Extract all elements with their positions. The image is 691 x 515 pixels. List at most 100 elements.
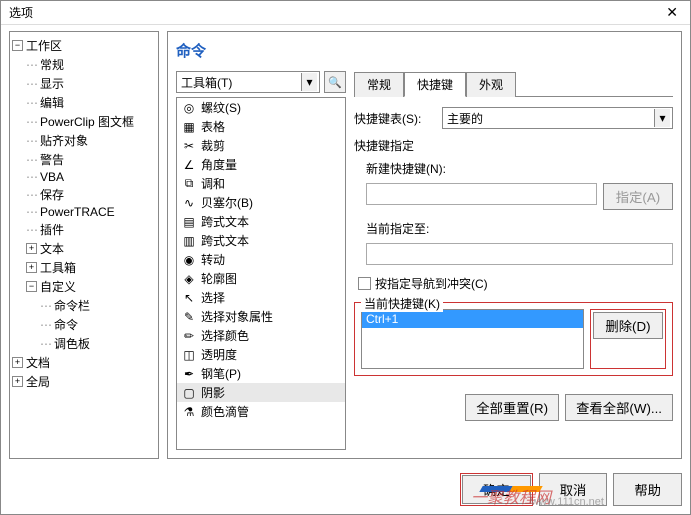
options-window: 选项 ✕ −工作区 ⋯常规 ⋯显示 ⋯编辑 ⋯PowerClip 图文框 ⋯贴齐… bbox=[0, 0, 691, 515]
shortcut-table-value: 主要的 bbox=[447, 110, 483, 127]
eyedrop-icon: ✎ bbox=[181, 309, 197, 325]
spiral-icon: ◎ bbox=[181, 100, 197, 116]
navigate-conflict-checkbox[interactable] bbox=[358, 277, 371, 290]
decor-orange bbox=[509, 486, 542, 492]
panel-title: 命令 bbox=[176, 40, 673, 61]
close-icon[interactable]: ✕ bbox=[662, 4, 682, 21]
tab-appearance[interactable]: 外观 bbox=[466, 72, 516, 97]
cmd-item-rotate[interactable]: ◉转动 bbox=[177, 250, 345, 269]
tree-item-toolbox[interactable]: +工具箱 bbox=[12, 258, 156, 277]
chevron-down-icon[interactable]: ▾ bbox=[654, 109, 670, 127]
paratext-icon: ▥ bbox=[181, 233, 197, 249]
tree-item-powertrace[interactable]: ⋯PowerTRACE bbox=[12, 204, 156, 220]
category-combo[interactable]: 工具箱(T) ▾ bbox=[176, 71, 320, 93]
minus-icon[interactable]: − bbox=[26, 281, 37, 292]
cmd-item-shadow[interactable]: ▢阴影 bbox=[177, 383, 345, 402]
cancel-button[interactable]: 取消 bbox=[539, 473, 608, 506]
paratext-icon: ▤ bbox=[181, 214, 197, 230]
pointer-icon: ↖ bbox=[181, 290, 197, 306]
table-icon: ▦ bbox=[181, 119, 197, 135]
checkbox-label: 按指定导航到冲突(C) bbox=[375, 275, 488, 292]
current-key-label: 当前快捷键(K) bbox=[361, 295, 443, 312]
tree-item-warning[interactable]: ⋯警告 bbox=[12, 150, 156, 169]
shortcut-item[interactable]: Ctrl+1 bbox=[362, 310, 583, 328]
tree-item-edit[interactable]: ⋯编辑 bbox=[12, 93, 156, 112]
cmd-item-pen[interactable]: ✒钢笔(P) bbox=[177, 364, 345, 383]
tree-item-customize[interactable]: −自定义 bbox=[12, 277, 156, 296]
titlebar: 选项 ✕ bbox=[1, 1, 690, 25]
tree-item-global[interactable]: +全局 bbox=[12, 372, 156, 391]
eyedrop2-icon: ✏ bbox=[181, 328, 197, 344]
view-all-button[interactable]: 查看全部(W)... bbox=[565, 394, 673, 421]
tree-item-vba[interactable]: ⋯VBA bbox=[12, 169, 156, 185]
current-key-fieldset: 当前快捷键(K) Ctrl+1 删除(D) bbox=[354, 302, 673, 376]
tree-item-save[interactable]: ⋯保存 bbox=[12, 185, 156, 204]
cmd-item-select[interactable]: ↖选择 bbox=[177, 288, 345, 307]
new-shortcut-label: 新建快捷键(N): bbox=[366, 160, 673, 177]
tab-general[interactable]: 常规 bbox=[354, 72, 404, 97]
plus-icon[interactable]: + bbox=[26, 262, 37, 273]
tree-item-display[interactable]: ⋯显示 bbox=[12, 74, 156, 93]
cmd-item-paratext2[interactable]: ▥跨式文本 bbox=[177, 231, 345, 250]
reset-all-button[interactable]: 全部重置(R) bbox=[465, 394, 559, 421]
chevron-down-icon[interactable]: ▾ bbox=[301, 73, 317, 91]
transparency-icon: ◫ bbox=[181, 347, 197, 363]
pen-icon: ✒ bbox=[181, 366, 197, 382]
current-assign-label: 当前指定至: bbox=[366, 220, 673, 237]
tree-item-cmdbar[interactable]: ⋯命令栏 bbox=[12, 296, 156, 315]
cmd-item-eyedropper[interactable]: ⚗颜色滴管 bbox=[177, 402, 345, 421]
cmd-item-thread[interactable]: ◎螺纹(S) bbox=[177, 98, 345, 117]
delete-button[interactable]: 删除(D) bbox=[593, 312, 663, 339]
tree-item-command[interactable]: ⋯命令 bbox=[12, 315, 156, 334]
minus-icon[interactable]: − bbox=[12, 40, 23, 51]
category-combo-value: 工具箱(T) bbox=[181, 74, 232, 91]
shortcut-table-combo[interactable]: 主要的 ▾ bbox=[442, 107, 673, 129]
help-button[interactable]: 帮助 bbox=[613, 473, 682, 506]
tree-item-workspace[interactable]: −工作区 bbox=[12, 36, 156, 55]
cmd-item-crop[interactable]: ✂裁剪 bbox=[177, 136, 345, 155]
tree-panel[interactable]: −工作区 ⋯常规 ⋯显示 ⋯编辑 ⋯PowerClip 图文框 ⋯贴齐对象 ⋯警… bbox=[9, 31, 159, 459]
shadow-icon: ▢ bbox=[181, 385, 197, 401]
tree-item-plugins[interactable]: ⋯插件 bbox=[12, 220, 156, 239]
tree-item-powerclip[interactable]: ⋯PowerClip 图文框 bbox=[12, 112, 156, 131]
tree-item-document[interactable]: +文档 bbox=[12, 353, 156, 372]
tree-item-text[interactable]: +文本 bbox=[12, 239, 156, 258]
plus-icon[interactable]: + bbox=[12, 357, 23, 368]
cmd-item-paratext[interactable]: ▤跨式文本 bbox=[177, 212, 345, 231]
assign-button[interactable]: 指定(A) bbox=[603, 183, 673, 210]
dropper-icon: ⚗ bbox=[181, 404, 197, 420]
shortcut-table-label: 快捷键表(S): bbox=[354, 110, 434, 127]
tab-shortcut[interactable]: 快捷键 bbox=[404, 72, 466, 97]
tabs: 常规 快捷键 外观 bbox=[354, 71, 673, 97]
right-column: 常规 快捷键 外观 快捷键表(S): 主要的 ▾ 快捷键指定 新建快捷键(N): bbox=[354, 71, 673, 450]
plus-icon[interactable]: + bbox=[12, 376, 23, 387]
shortcut-assign-label: 快捷键指定 bbox=[354, 137, 673, 154]
plus-icon[interactable]: + bbox=[26, 243, 37, 254]
decor-blue bbox=[479, 486, 512, 492]
cmd-item-bezier[interactable]: ∿贝塞尔(B) bbox=[177, 193, 345, 212]
cmd-item-selectcolor[interactable]: ✏选择颜色 bbox=[177, 326, 345, 345]
tree-item-general[interactable]: ⋯常规 bbox=[12, 55, 156, 74]
binoculars-icon: 🔍 bbox=[328, 76, 342, 89]
cmd-item-selectprops[interactable]: ✎选择对象属性 bbox=[177, 307, 345, 326]
main-panel: 命令 工具箱(T) ▾ 🔍 ◎螺纹(S) ▦表格 bbox=[167, 31, 682, 459]
tree-item-palette[interactable]: ⋯调色板 bbox=[12, 334, 156, 353]
footer: 确定 取消 帮助 bbox=[9, 473, 682, 506]
cmd-item-transparency[interactable]: ◫透明度 bbox=[177, 345, 345, 364]
tree-item-snap[interactable]: ⋯贴齐对象 bbox=[12, 131, 156, 150]
new-shortcut-input[interactable] bbox=[366, 183, 597, 205]
crop-icon: ✂ bbox=[181, 138, 197, 154]
shortcut-list[interactable]: Ctrl+1 bbox=[361, 309, 584, 369]
current-assign-input[interactable] bbox=[366, 243, 673, 265]
cmd-item-angle[interactable]: ∠角度量 bbox=[177, 155, 345, 174]
contour-icon: ◈ bbox=[181, 271, 197, 287]
cmd-item-contour[interactable]: ◈轮廓图 bbox=[177, 269, 345, 288]
cmd-item-harmony[interactable]: ⧉调和 bbox=[177, 174, 345, 193]
blend-icon: ⧉ bbox=[181, 176, 197, 192]
cmd-item-table[interactable]: ▦表格 bbox=[177, 117, 345, 136]
window-title: 选项 bbox=[9, 4, 662, 21]
search-button[interactable]: 🔍 bbox=[324, 71, 346, 93]
command-list[interactable]: ◎螺纹(S) ▦表格 ✂裁剪 ∠角度量 ⧉调和 ∿贝塞尔(B) ▤跨式文本 ▥跨… bbox=[176, 97, 346, 450]
angle-icon: ∠ bbox=[181, 157, 197, 173]
left-column: 工具箱(T) ▾ 🔍 ◎螺纹(S) ▦表格 ✂裁剪 ∠角度量 ⧉调和 ∿贝塞 bbox=[176, 71, 346, 450]
